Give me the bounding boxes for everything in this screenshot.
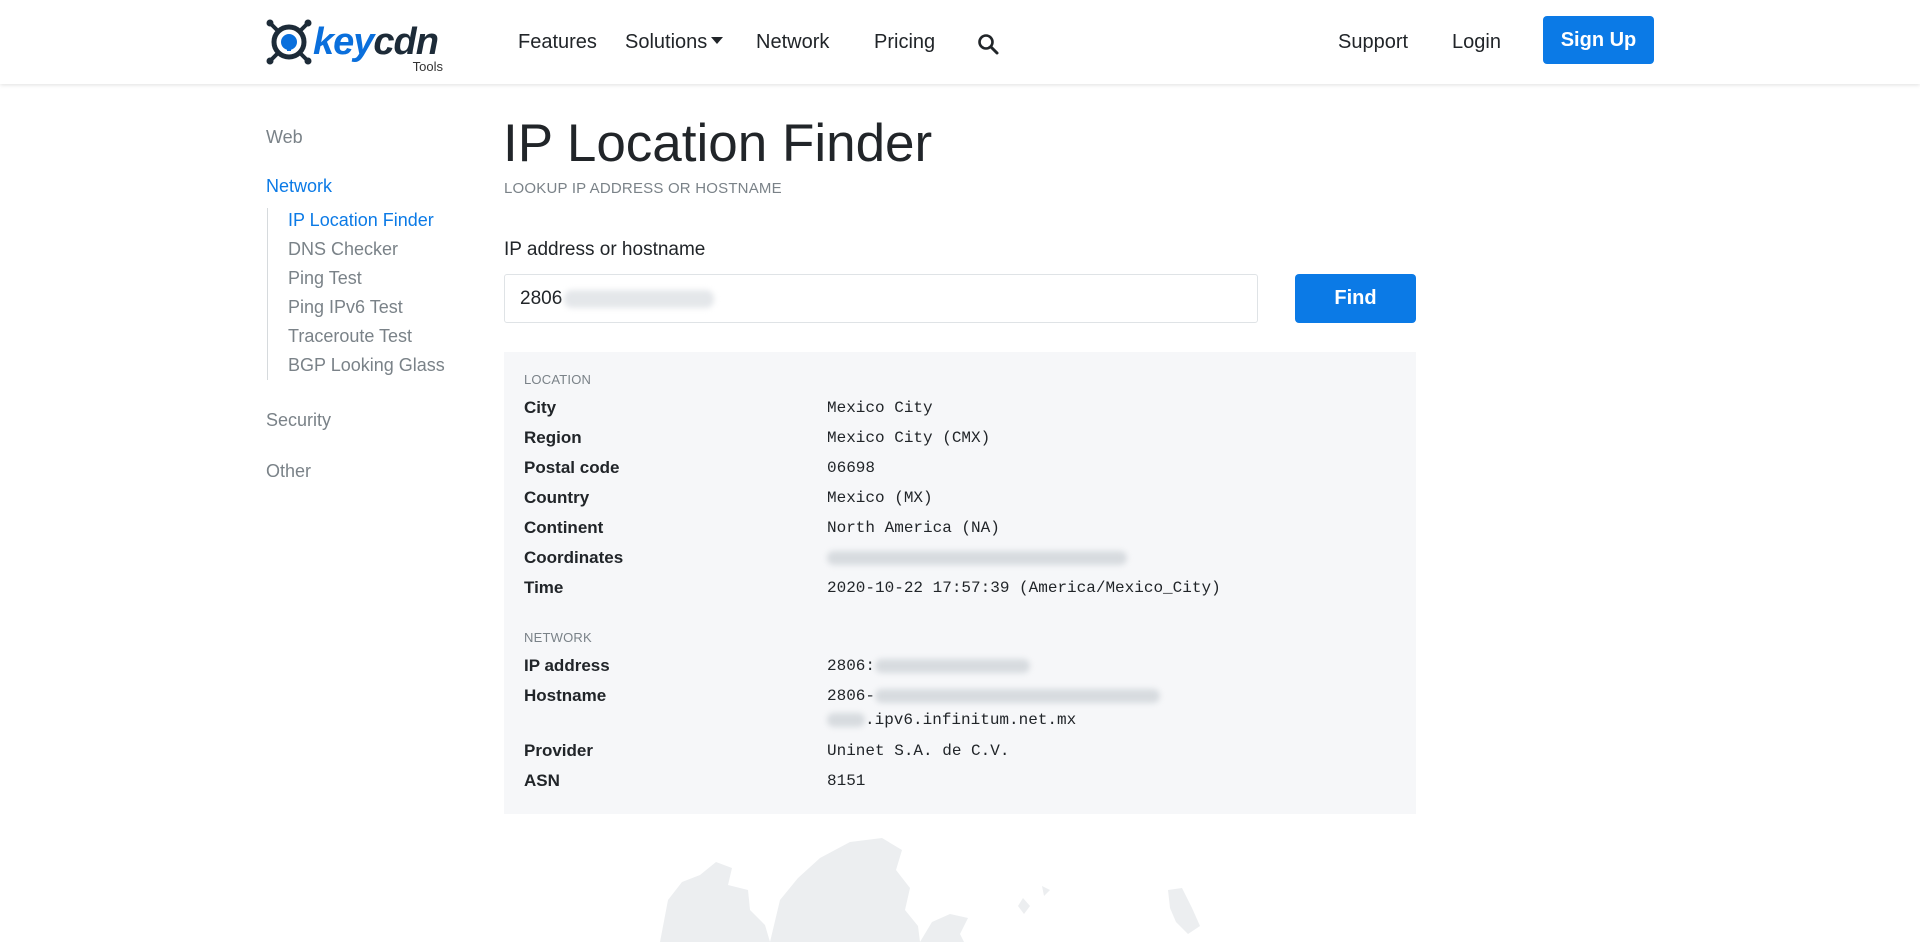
results-panel: LOCATION City Mexico City Region Mexico … — [504, 352, 1416, 814]
nav-features[interactable]: Features — [518, 28, 597, 56]
location-heading: LOCATION — [524, 372, 592, 387]
ip-address-prefix: 2806: — [827, 657, 876, 675]
logo-subtitle: Tools — [412, 59, 443, 74]
top-navbar: keycdn Tools Features Solutions Network … — [0, 0, 1920, 84]
hostname-suffix: .ipv6.infinitum.net.mx — [865, 711, 1077, 729]
world-map-illustration — [660, 838, 1200, 942]
sidebar-item-bgp-looking-glass[interactable]: BGP Looking Glass — [288, 355, 445, 376]
time-value: 2020-10-22 17:57:39 (America/Mexico_City… — [827, 579, 1221, 597]
continent-label: Continent — [524, 518, 604, 537]
coordinates-label: Coordinates — [524, 548, 624, 567]
continent-value: North America (NA) — [827, 519, 1000, 537]
chevron-down-icon — [711, 37, 724, 45]
region-value: Mexico City (CMX) — [827, 429, 991, 447]
redacted-hostname — [875, 688, 1161, 703]
search-icon[interactable] — [976, 32, 1000, 56]
sidebar-network[interactable]: Network — [266, 176, 332, 197]
redacted-hostname-part — [827, 712, 865, 727]
logo-cdn: cdn — [373, 21, 439, 63]
city-value: Mexico City — [827, 399, 933, 417]
time-label: Time — [524, 578, 564, 597]
hostname-label: Hostname — [524, 686, 607, 705]
country-value: Mexico (MX) — [827, 489, 933, 507]
sidebar-web[interactable]: Web — [266, 127, 303, 148]
nav-network[interactable]: Network — [756, 28, 829, 56]
hostname-value-line2: .ipv6.infinitum.net.mx — [827, 711, 1076, 729]
logo-key: key — [313, 21, 374, 63]
ip-input-label: IP address or hostname — [504, 239, 706, 260]
page-subtitle: LOOKUP IP ADDRESS OR HOSTNAME — [504, 180, 782, 197]
keycdn-logo-icon — [266, 19, 312, 65]
nav-solutions-label: Solutions — [625, 31, 708, 53]
hostname-value-line1: 2806- — [827, 687, 1161, 705]
sidebar-item-ip-location-finder[interactable]: IP Location Finder — [288, 210, 434, 231]
ip-address-label: IP address — [524, 656, 610, 675]
region-label: Region — [524, 428, 582, 447]
sign-up-button[interactable]: Sign Up — [1543, 16, 1654, 64]
hostname-prefix: 2806- — [827, 687, 876, 705]
sidebar-item-ping-ipv6-test[interactable]: Ping IPv6 Test — [288, 297, 403, 318]
city-label: City — [524, 398, 557, 417]
network-heading: NETWORK — [524, 630, 592, 645]
nav-login[interactable]: Login — [1452, 28, 1501, 56]
provider-label: Provider — [524, 741, 593, 760]
sidebar-item-ping-test[interactable]: Ping Test — [288, 268, 362, 289]
ip-address-value: 2806: — [827, 657, 1031, 675]
sidebar-item-traceroute-test[interactable]: Traceroute Test — [288, 326, 412, 347]
country-label: Country — [524, 488, 590, 507]
asn-value: 8151 — [827, 772, 866, 790]
sidebar-other[interactable]: Other — [266, 461, 311, 482]
provider-value: Uninet S.A. de C.V. — [827, 742, 1010, 760]
keycdn-tools-logo[interactable]: keycdn Tools — [265, 14, 445, 76]
sidebar-item-dns-checker[interactable]: DNS Checker — [288, 239, 398, 260]
postal-code-label: Postal code — [524, 458, 620, 477]
redacted-coordinates — [827, 550, 1127, 565]
redacted-ip — [875, 658, 1031, 673]
nav-solutions[interactable]: Solutions — [625, 28, 724, 56]
sidebar-submenu-rule — [267, 208, 268, 380]
find-button[interactable]: Find — [1295, 274, 1416, 323]
logo-wordmark: keycdn — [313, 21, 439, 63]
page-title: IP Location Finder — [503, 114, 933, 173]
nav-support[interactable]: Support — [1338, 28, 1408, 56]
postal-code-value: 06698 — [827, 459, 876, 477]
sidebar-security[interactable]: Security — [266, 410, 331, 431]
redacted-input-text — [564, 290, 714, 308]
coordinates-value-redacted — [827, 549, 1127, 567]
nav-pricing[interactable]: Pricing — [874, 28, 935, 56]
asn-label: ASN — [524, 771, 560, 790]
